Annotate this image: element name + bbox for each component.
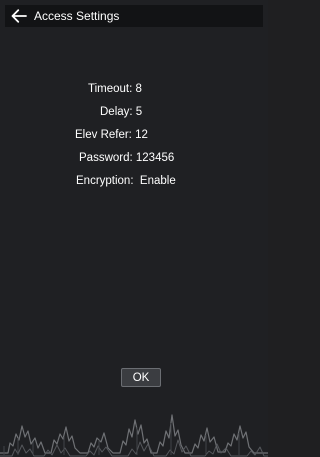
password-setting: Password: 123456 [79,152,175,164]
elevator-refer-setting: Elev Refer: 12 [75,129,148,141]
title-bar: Access Settings [5,5,263,27]
delay-setting: Delay: 5 [100,106,143,118]
access-settings-screen: Access Settings Timeout: 8 Delay: 5 Elev… [0,0,268,457]
back-arrow-icon[interactable] [10,8,28,24]
city-skyline-decoration [0,414,268,457]
timeout-setting: Timeout: 8 [88,83,142,95]
ok-button[interactable]: OK [121,368,161,387]
encryption-setting: Encryption: Enable [76,175,176,187]
page-title: Access Settings [34,9,120,23]
